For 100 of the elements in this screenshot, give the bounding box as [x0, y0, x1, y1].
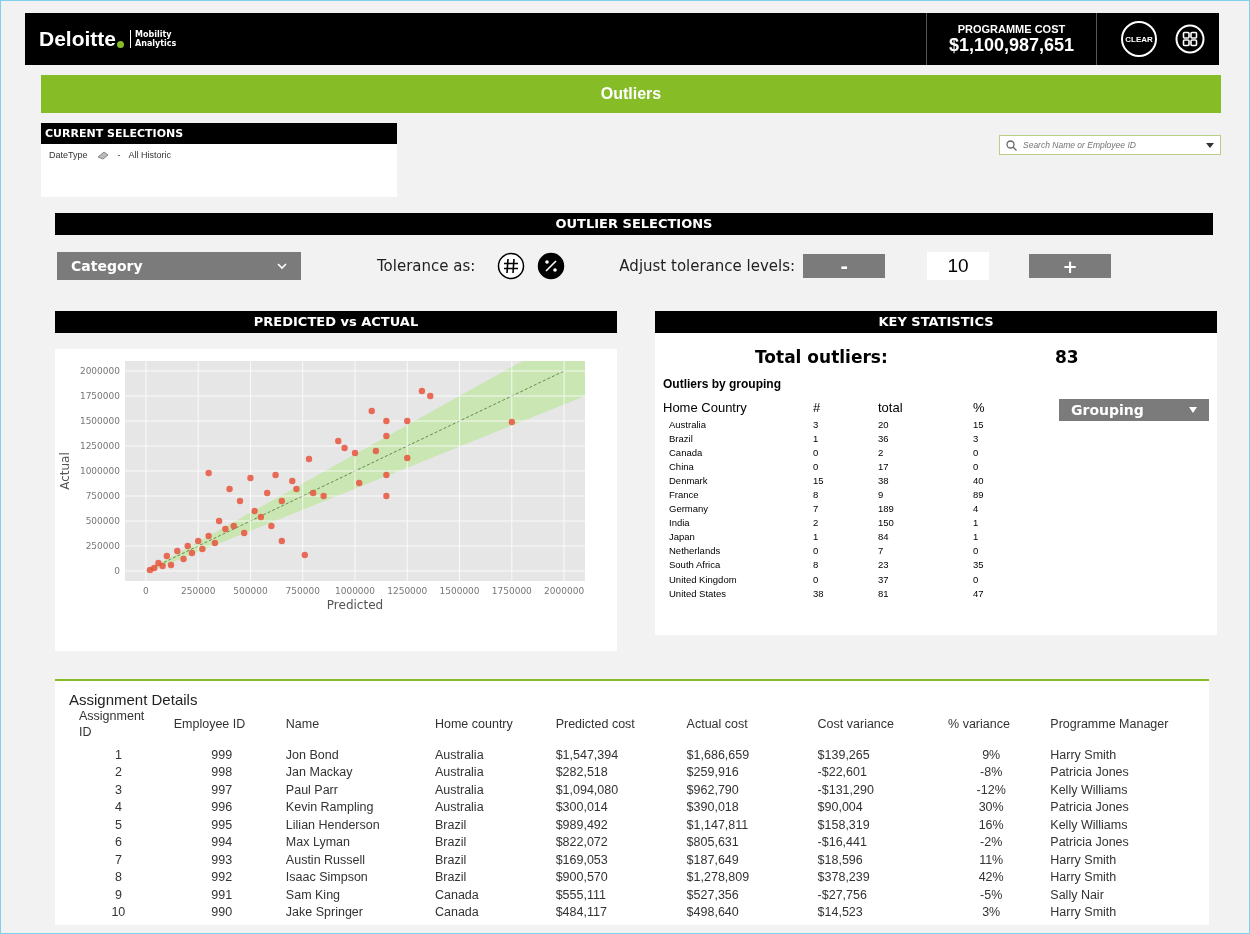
page-title: Outliers	[41, 75, 1221, 113]
search-field[interactable]: Search Name or Employee ID	[999, 135, 1221, 155]
table-cell: 7	[813, 501, 878, 516]
eraser-icon[interactable]	[95, 150, 110, 160]
column-header: Programme Manager	[1049, 716, 1170, 733]
tick-label: 1500000	[79, 416, 120, 426]
table-cell-text: Patricia Jones	[1049, 799, 1130, 816]
tick-label: 1750000	[79, 391, 120, 401]
table-cell: 1	[813, 431, 878, 446]
table-cell-text: 999	[210, 746, 234, 764]
table-cell-text: Brazil	[433, 869, 468, 886]
table-cell-text: Austin Russell	[284, 851, 367, 869]
table-cell-text: -$131,290	[816, 781, 875, 799]
tick-label: 750000	[85, 491, 120, 501]
clear-button[interactable]: CLEAR	[1121, 21, 1157, 57]
tick-label: 1000000	[79, 466, 120, 476]
tolerance-input[interactable]: 10	[927, 252, 990, 280]
table-cell-text: Brazil	[433, 851, 468, 869]
table-cell-text: 10	[110, 904, 127, 921]
tick-label: 250000	[181, 586, 216, 596]
axis-title: Actual	[58, 452, 72, 490]
table-cell-text: $1,686,659	[685, 746, 751, 764]
table-cell-text: Jan Mackay	[284, 764, 354, 781]
table-cell-text: $805,631	[685, 834, 740, 851]
panel-title: KEY STATISTICS	[655, 311, 1217, 333]
table-cell: India	[663, 515, 813, 530]
table-cell-text: 4	[113, 799, 123, 816]
table-cell-text: -5%	[979, 886, 1004, 904]
brand-name: Deloitte	[39, 27, 116, 51]
caret-icon	[1206, 142, 1214, 148]
table-cell-text: 995	[210, 816, 234, 834]
table-cell-text: Patricia Jones	[1049, 764, 1130, 781]
decrease-button[interactable]: -	[803, 254, 886, 278]
table-cell-text: 42%	[977, 869, 1005, 886]
hash-toggle[interactable]	[497, 252, 526, 280]
table-cell: France	[663, 487, 813, 502]
section-title: Assignment Details	[69, 691, 199, 708]
grouping-title: Outliers by grouping	[663, 377, 782, 391]
percent-toggle[interactable]	[537, 252, 566, 280]
table-cell-text: 993	[210, 851, 234, 869]
cost-value: $1,100,987,651	[948, 34, 1074, 56]
column-header: Assignment ID	[78, 708, 146, 741]
table-cell-text: Patricia Jones	[1049, 834, 1130, 851]
table-cell-text: 9%	[981, 746, 1002, 764]
selection-value: All Historic	[128, 150, 172, 160]
tick-label: 2000000	[544, 586, 585, 596]
tick-label: 500000	[85, 516, 120, 526]
table-cell-text: Kelly Williams	[1049, 816, 1129, 834]
tick-label: 1750000	[491, 586, 532, 596]
table-cell-text: $90,004	[816, 799, 864, 816]
table-cell-text: 0	[973, 445, 980, 460]
table-cell: Denmark	[663, 473, 813, 488]
data-point	[383, 471, 390, 479]
table-cell-text: Australia	[433, 781, 485, 799]
search-icon	[1006, 139, 1017, 151]
table-cell-text: 4	[973, 502, 980, 516]
tick-label: 1500000	[439, 586, 480, 596]
grid-icon[interactable]	[1175, 24, 1205, 54]
table-cell: 189	[878, 501, 973, 516]
data-point	[368, 407, 375, 415]
column-header: Name	[284, 716, 321, 733]
table-cell: Germany	[663, 501, 813, 516]
table-cell-text: 3%	[981, 904, 1002, 921]
table-cell-text: -2%	[979, 834, 1004, 851]
table-cell-text: $527,356	[685, 886, 740, 904]
tolerance-label: Tolerance as:	[377, 257, 476, 275]
data-point	[383, 492, 390, 500]
column-header: Home Country	[663, 397, 813, 417]
search-input[interactable]: Search Name or Employee ID	[1021, 139, 1202, 151]
separator-text: -	[117, 150, 121, 160]
tick-label: 0	[143, 586, 149, 596]
grouping-dropdown[interactable]: Grouping	[1059, 399, 1209, 421]
data-point	[508, 418, 515, 426]
table-cell: Australia	[663, 417, 813, 432]
table-cell-text: 0	[973, 544, 980, 558]
table-cell-text: $282,518	[554, 764, 609, 781]
data-point	[301, 551, 308, 559]
table-cell-text: $378,239	[816, 869, 871, 886]
table-cell-text: -$22,601	[816, 764, 868, 781]
table-cell-text: Australia	[433, 746, 485, 764]
data-point	[305, 455, 313, 463]
table-cell-text: 998	[210, 764, 234, 781]
table-cell-text: 35	[973, 558, 985, 573]
table-cell-text: $484,117	[554, 904, 608, 921]
axis-title: Predicted	[326, 598, 384, 612]
increase-button[interactable]: +	[1029, 254, 1112, 278]
data-point	[241, 529, 248, 537]
table-cell: 23	[878, 557, 973, 573]
table-cell-text: Harry Smith	[1049, 851, 1118, 869]
caret-icon	[1189, 407, 1197, 413]
column-header: Actual cost	[685, 716, 749, 733]
category-dropdown[interactable]: Category	[57, 252, 301, 280]
tick-label: 1250000	[79, 441, 120, 451]
table-cell-text: 2	[113, 764, 123, 781]
table-cell-text: 1	[973, 530, 980, 544]
table-cell-text: Lilian Henderson	[284, 816, 381, 834]
table-cell-text: 997	[210, 781, 234, 799]
table-cell: 20	[878, 417, 973, 432]
data-point	[205, 469, 212, 477]
data-point	[404, 454, 411, 462]
